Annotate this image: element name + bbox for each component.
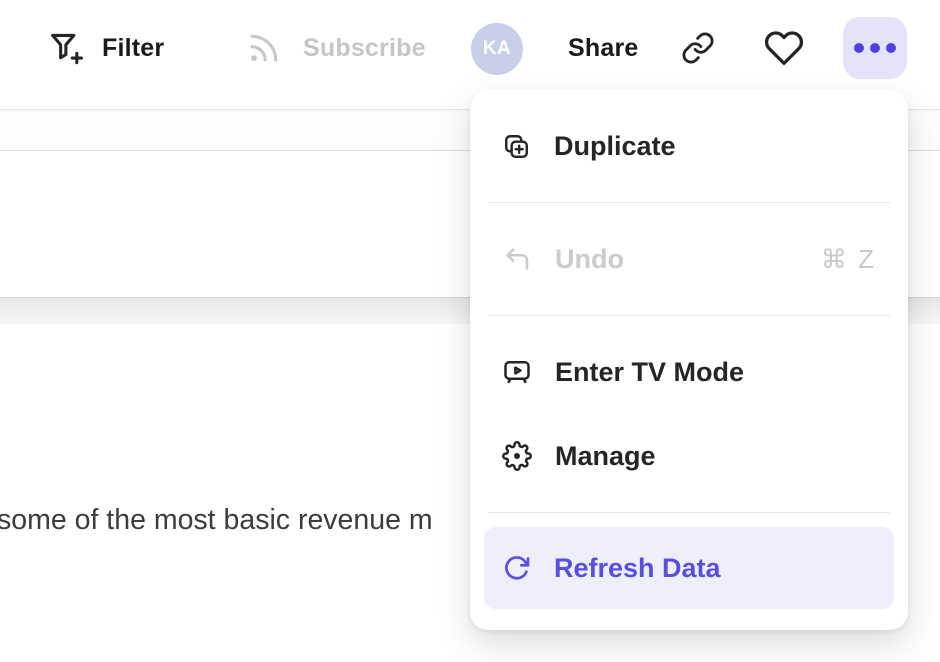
share-button[interactable]: Share <box>568 0 638 96</box>
copy-link-button[interactable] <box>681 0 715 96</box>
menu-item-refresh-data[interactable]: Refresh Data <box>484 527 894 609</box>
menu-item-label: Undo <box>555 244 624 275</box>
heart-icon <box>764 28 804 68</box>
refresh-icon <box>502 554 531 583</box>
more-options-menu: Duplicate Undo ⌘ Z Enter TV M <box>470 90 908 630</box>
share-label: Share <box>568 34 638 63</box>
menu-item-label: Duplicate <box>554 131 676 162</box>
subscribe-label: Subscribe <box>303 34 426 63</box>
filter-button[interactable]: Filter <box>48 0 164 96</box>
favorite-button[interactable] <box>764 0 804 96</box>
more-options-button[interactable] <box>843 17 907 79</box>
undo-shortcut: ⌘ Z <box>821 244 876 275</box>
menu-item-enter-tv-mode[interactable]: Enter TV Mode <box>484 330 894 414</box>
avatar[interactable]: KA <box>471 23 523 75</box>
undo-icon <box>502 244 532 274</box>
menu-item-duplicate[interactable]: Duplicate <box>484 104 894 188</box>
duplicate-icon <box>502 132 531 161</box>
link-icon <box>681 31 715 65</box>
menu-item-undo[interactable]: Undo ⌘ Z <box>484 217 894 301</box>
page: some of the most basic revenue m Filter … <box>0 0 940 662</box>
menu-divider <box>488 512 890 513</box>
rss-icon <box>246 30 282 66</box>
menu-item-label: Enter TV Mode <box>555 357 744 388</box>
subscribe-button[interactable]: Subscribe <box>246 0 426 96</box>
menu-item-manage[interactable]: Manage <box>484 414 894 498</box>
ellipsis-icon <box>854 43 896 53</box>
filter-label: Filter <box>102 34 164 63</box>
menu-item-label: Manage <box>555 441 656 472</box>
tv-icon <box>502 357 532 387</box>
menu-divider <box>488 315 890 316</box>
menu-divider <box>488 202 890 203</box>
report-body-text: some of the most basic revenue m <box>0 499 433 541</box>
menu-item-label: Refresh Data <box>554 553 721 584</box>
filter-plus-icon <box>48 30 85 67</box>
gear-icon <box>502 441 532 471</box>
